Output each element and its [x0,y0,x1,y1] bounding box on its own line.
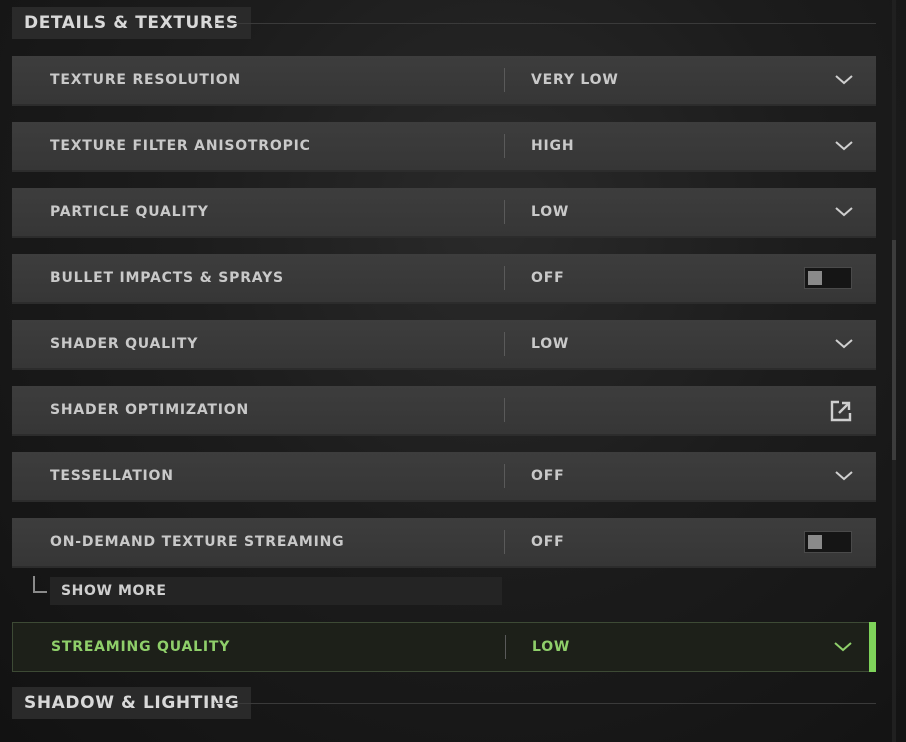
setting-value: HIGH [531,138,575,154]
tree-corner-icon [33,576,47,593]
setting-label: SHADER QUALITY [50,336,199,352]
row-divider [504,68,505,92]
setting-value: LOW [531,204,570,220]
setting-label: TESSELLATION [50,468,174,484]
setting-value: LOW [531,336,570,352]
setting-value: LOW [532,639,571,655]
setting-label: SHADER OPTIMIZATION [50,402,250,418]
setting-streaming-quality[interactable]: STREAMING QUALITY LOW [12,622,876,672]
section-title: SHADOW & LIGHTING [24,693,240,713]
row-divider [504,530,505,554]
toggle-switch[interactable] [804,531,852,553]
setting-on-demand-texture-streaming[interactable]: ON-DEMAND TEXTURE STREAMING OFF [12,518,876,568]
setting-shader-quality[interactable]: SHADER QUALITY LOW [12,320,876,370]
chevron-down-icon[interactable] [833,638,853,654]
section-title: DETAILS & TEXTURES [24,13,239,33]
setting-label: TEXTURE FILTER ANISOTROPIC [50,138,311,154]
chevron-down-icon[interactable] [834,137,854,153]
chevron-down-icon[interactable] [834,203,854,219]
setting-texture-resolution[interactable]: TEXTURE RESOLUTION VERY LOW [12,56,876,106]
setting-texture-filter-anisotropic[interactable]: TEXTURE FILTER ANISOTROPIC HIGH [12,122,876,172]
setting-particle-quality[interactable]: PARTICLE QUALITY LOW [12,188,876,238]
setting-shader-optimization[interactable]: SHADER OPTIMIZATION [12,386,876,436]
setting-value: OFF [531,270,565,286]
row-divider [505,635,506,659]
setting-value: VERY LOW [531,72,619,88]
toggle-switch[interactable] [804,267,852,289]
row-divider [504,332,505,356]
section-divider [216,23,876,24]
scrollbar-thumb[interactable] [892,240,896,460]
setting-label: PARTICLE QUALITY [50,204,209,220]
row-divider [504,134,505,158]
setting-label: TEXTURE RESOLUTION [50,72,241,88]
toggle-knob [808,535,822,549]
show-more-button[interactable]: SHOW MORE [50,577,502,605]
row-divider [504,464,505,488]
setting-value: OFF [531,534,565,550]
setting-value: OFF [531,468,565,484]
selection-accent-bar [869,622,876,672]
chevron-down-icon[interactable] [834,335,854,351]
show-more-label: SHOW MORE [61,583,167,599]
setting-label: STREAMING QUALITY [51,639,231,655]
row-divider [504,398,505,422]
settings-panel: DETAILS & TEXTURES TEXTURE RESOLUTION VE… [0,0,906,742]
setting-bullet-impacts-sprays[interactable]: BULLET IMPACTS & SPRAYS OFF [12,254,876,304]
external-link-icon[interactable] [830,400,852,422]
row-divider [504,200,505,224]
row-divider [504,266,505,290]
setting-label: ON-DEMAND TEXTURE STREAMING [50,534,345,550]
toggle-knob [808,271,822,285]
section-header-details-textures: DETAILS & TEXTURES [12,7,251,39]
chevron-down-icon[interactable] [834,467,854,483]
setting-label: BULLET IMPACTS & SPRAYS [50,270,284,286]
section-divider [214,703,876,704]
chevron-down-icon[interactable] [834,71,854,87]
setting-tessellation[interactable]: TESSELLATION OFF [12,452,876,502]
